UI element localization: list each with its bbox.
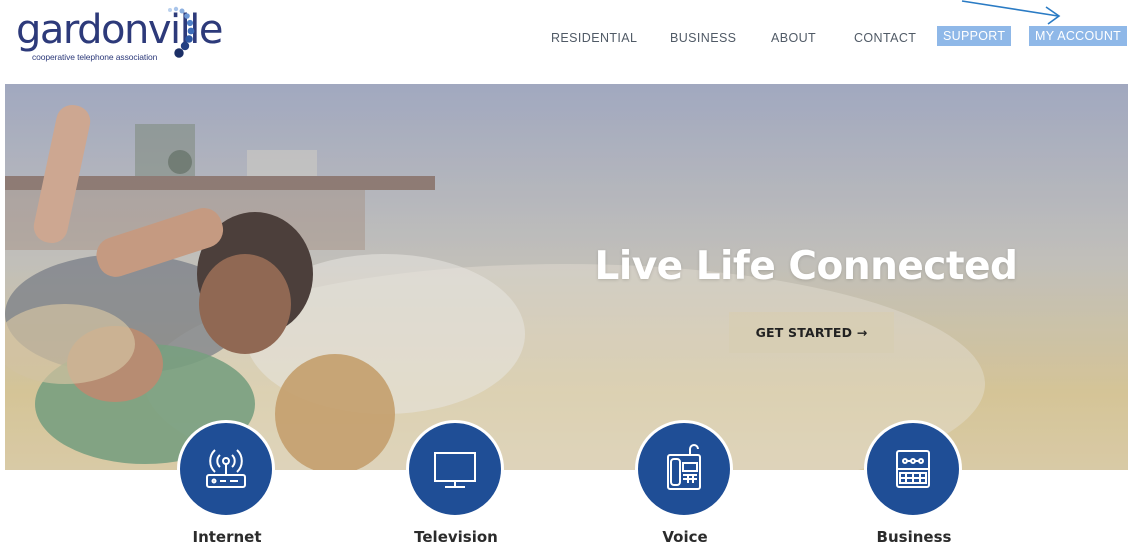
service-television[interactable]: Television	[396, 420, 516, 548]
annotation-arrow-icon	[961, 0, 1061, 25]
service-television-label[interactable]: Television	[396, 528, 516, 546]
service-television-circle[interactable]	[406, 420, 504, 518]
service-internet-circle[interactable]	[177, 420, 275, 518]
nav-residential[interactable]: RESIDENTIAL	[551, 29, 637, 47]
service-business[interactable]: Business	[854, 420, 974, 548]
logo-tagline: cooperative telephone association	[32, 52, 158, 62]
service-voice-label[interactable]: Voice	[625, 528, 745, 546]
nav-business[interactable]: BUSINESS	[670, 29, 736, 47]
hero-title: Live Life Connected	[594, 244, 1018, 289]
router-icon	[206, 449, 246, 488]
site-header: gardonville cooperative telephone associ…	[0, 0, 1128, 84]
service-business-label[interactable]: Business	[854, 528, 974, 546]
tv-icon	[434, 452, 476, 488]
nav-about[interactable]: ABOUT	[771, 29, 816, 47]
service-internet[interactable]: Internet	[167, 420, 287, 548]
get-started-button[interactable]: GET STARTED →	[729, 312, 894, 353]
service-voice[interactable]: Voice	[625, 420, 745, 548]
service-internet-label[interactable]: Internet	[167, 528, 287, 546]
nav-contact[interactable]: CONTACT	[854, 29, 916, 47]
service-business-circle[interactable]	[864, 420, 962, 518]
main-nav: RESIDENTIAL BUSINESS ABOUT CONTACT SUPPO…	[0, 26, 1128, 49]
service-voice-circle[interactable]	[635, 420, 733, 518]
business-device-icon	[896, 450, 930, 488]
hero-banner: Live Life Connected GET STARTED →	[5, 84, 1128, 470]
desk-phone-icon	[667, 444, 701, 490]
